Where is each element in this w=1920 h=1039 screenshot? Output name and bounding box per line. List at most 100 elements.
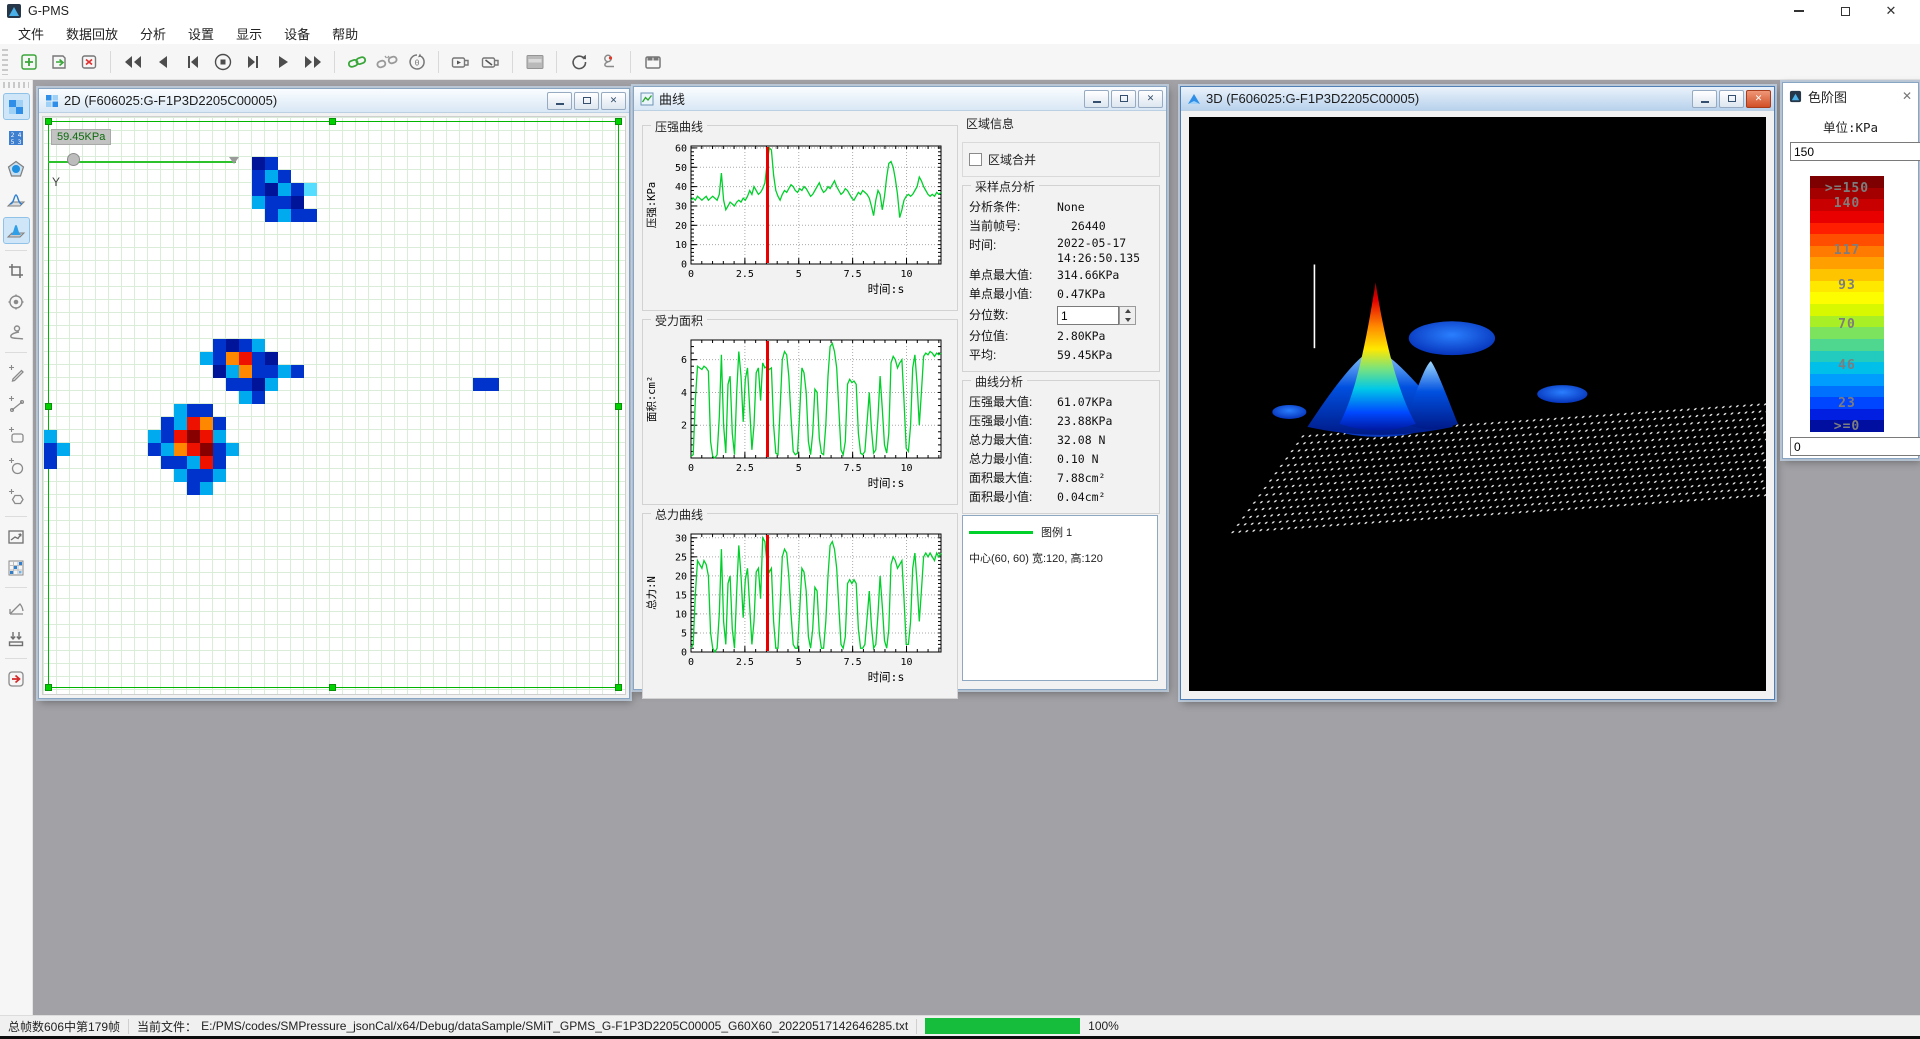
matrix-dots-icon[interactable] (3, 554, 30, 581)
draw-line-icon[interactable] (3, 390, 30, 417)
screen-icon[interactable] (521, 48, 548, 75)
selection-rectangle[interactable] (48, 121, 619, 688)
field-value: 32.08 N (1057, 431, 1153, 450)
export-icon[interactable] (3, 665, 30, 692)
pressure-map-canvas[interactable]: 59.45KPa Y (42, 116, 626, 695)
menu-display[interactable]: 显示 (226, 22, 272, 45)
selection-handle[interactable] (45, 403, 52, 410)
scale-min-input[interactable] (1790, 437, 1920, 456)
view-surface-3d-icon[interactable] (3, 217, 30, 244)
skip-to-end-icon[interactable] (239, 48, 266, 75)
window-2d-minimize-button[interactable] (547, 92, 572, 110)
pressure-cell (213, 443, 226, 456)
surface-3d-viewport[interactable] (1189, 117, 1766, 691)
menu-device[interactable]: 设备 (274, 22, 320, 45)
draw-pen-icon[interactable] (3, 359, 30, 386)
target-icon[interactable] (3, 288, 30, 315)
person-record-icon[interactable] (595, 48, 622, 75)
field-value: 7.88cm² (1057, 469, 1153, 488)
draw-circle-icon[interactable] (3, 452, 30, 479)
selection-handle[interactable] (615, 118, 622, 125)
view-contour-icon[interactable] (3, 155, 30, 182)
color-gradient[interactable]: >=15014011793704623>=0 (1810, 176, 1884, 432)
fast-backward-icon[interactable] (119, 48, 146, 75)
close-button[interactable]: ✕ (1868, 0, 1914, 22)
pressure-chart[interactable]: 010203040506002.557.510压强:KPa时间:s (643, 138, 957, 309)
step-backward-icon[interactable] (149, 48, 176, 75)
stop-icon[interactable] (209, 48, 236, 75)
skip-to-start-icon[interactable] (179, 48, 206, 75)
window-3d-titlebar[interactable]: 3D (F606025:G-F1P3D2205C00005) ✕ (1181, 87, 1774, 111)
trace-path-icon[interactable] (3, 319, 30, 346)
frame-slider-knob[interactable] (67, 153, 80, 166)
view-curve-2d-icon[interactable] (3, 186, 30, 213)
sidebar-grip[interactable] (3, 82, 29, 88)
menu-settings[interactable]: 设置 (178, 22, 224, 45)
sector-icon[interactable] (3, 594, 30, 621)
unlink-icon[interactable] (373, 48, 400, 75)
quantile-spinner[interactable] (1119, 306, 1136, 325)
app-titlebar[interactable]: G-PMS ✕ (0, 0, 1920, 22)
pressure-cell (239, 378, 252, 391)
slider-dropdown-icon[interactable] (229, 157, 239, 164)
toolbar-grip[interactable] (2, 49, 8, 75)
fast-forward-icon[interactable] (299, 48, 326, 75)
selection-handle[interactable] (615, 403, 622, 410)
window-2d-titlebar[interactable]: 2D (F606025:G-F1P3D2205C00005) ✕ (39, 89, 629, 113)
scale-max-input[interactable] (1790, 142, 1920, 161)
window-curves: 曲线 ✕ 压强曲线 010203040506002.557.510压强:KPa时… (633, 86, 1167, 690)
window-curves-restore-button[interactable] (1111, 90, 1136, 108)
pressure-cell (200, 482, 213, 495)
window-2d-restore-button[interactable] (574, 92, 599, 110)
window-3d-restore-button[interactable] (1719, 90, 1744, 108)
minimize-button[interactable] (1776, 0, 1822, 22)
menu-help[interactable]: 帮助 (322, 22, 368, 45)
window-2d-close-button[interactable]: ✕ (601, 92, 626, 110)
toolbar-separator (512, 51, 513, 73)
play-icon[interactable] (269, 48, 296, 75)
color-scale-titlebar[interactable]: 色阶图 ✕ (1783, 83, 1918, 109)
statusbar-separator (128, 1019, 129, 1034)
sidebar-separator (5, 352, 27, 353)
selection-handle[interactable] (45, 118, 52, 125)
pressure-cell (278, 209, 291, 222)
menu-file[interactable]: 文件 (8, 22, 54, 45)
area-chart[interactable]: 24602.557.510面积:cm²时间:s (643, 332, 957, 503)
timer-reset-icon[interactable]: 0 (403, 48, 430, 75)
pressure-cell (44, 456, 57, 469)
video-play-icon[interactable] (447, 48, 474, 75)
force-chart[interactable]: 05101520253002.557.510总力:N时间:s (643, 526, 957, 697)
window-curves-close-button[interactable]: ✕ (1138, 90, 1163, 108)
scale-label: 46 (1810, 358, 1884, 373)
selection-handle[interactable] (45, 684, 52, 691)
window-curves-minimize-button[interactable] (1084, 90, 1109, 108)
import-icon[interactable] (3, 625, 30, 652)
menu-analysis[interactable]: 分析 (130, 22, 176, 45)
menu-data-playback[interactable]: 数据回放 (56, 22, 128, 45)
add-icon[interactable] (15, 48, 42, 75)
calendar-icon[interactable] (639, 48, 666, 75)
selection-handle[interactable] (329, 118, 336, 125)
link-icon[interactable] (343, 48, 370, 75)
restore-button[interactable] (1822, 0, 1868, 22)
window-3d-close-button[interactable]: ✕ (1746, 90, 1771, 108)
quantile-input[interactable] (1057, 306, 1119, 325)
refresh-icon[interactable] (565, 48, 592, 75)
color-scale-close-button[interactable]: ✕ (1902, 89, 1912, 103)
draw-rect-icon[interactable] (3, 421, 30, 448)
view-2d-icon[interactable] (3, 93, 30, 120)
chart-icon[interactable] (3, 523, 30, 550)
svg-text:20: 20 (675, 571, 687, 582)
window-curves-title: 曲线 (659, 89, 685, 108)
window-curves-titlebar[interactable]: 曲线 ✕ (634, 87, 1166, 111)
selection-handle[interactable] (329, 684, 336, 691)
delete-icon[interactable] (75, 48, 102, 75)
draw-polygon-icon[interactable] (3, 483, 30, 510)
region-merge-checkbox[interactable] (969, 153, 982, 166)
view-numbers-icon[interactable]: 2453 (3, 124, 30, 151)
video-record-off-icon[interactable] (477, 48, 504, 75)
window-3d-minimize-button[interactable] (1692, 90, 1717, 108)
crop-icon[interactable] (3, 257, 30, 284)
selection-handle[interactable] (615, 684, 622, 691)
export-icon[interactable] (45, 48, 72, 75)
